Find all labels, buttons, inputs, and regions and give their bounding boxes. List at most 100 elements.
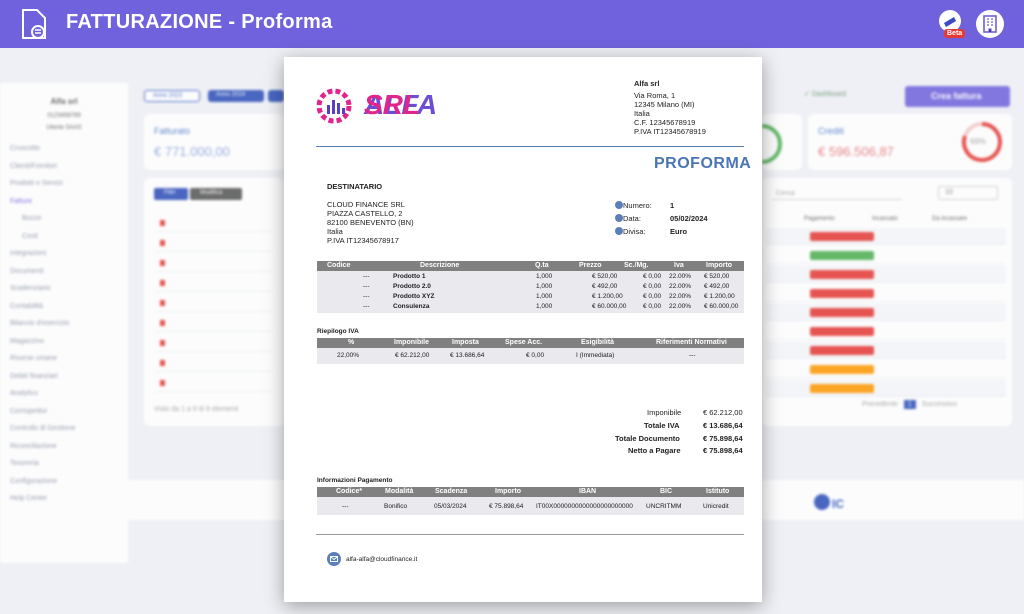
sidebar-item[interactable]: Clienti/Fornitori bbox=[10, 163, 57, 170]
delete-icon[interactable] bbox=[160, 280, 165, 286]
numero-label: Numero: bbox=[623, 201, 652, 210]
sidebar-item[interactable]: Risorse umane bbox=[10, 355, 57, 362]
item-cell-qta: 1,000 bbox=[536, 293, 553, 300]
number-icon bbox=[615, 201, 623, 209]
sidebar-item[interactable]: Tesoreria bbox=[10, 460, 39, 467]
next-page-button[interactable]: Successivo bbox=[922, 401, 957, 408]
table-row[interactable] bbox=[766, 285, 1006, 302]
company-email: alfa-alfa@cloudfinance.it bbox=[346, 556, 418, 563]
table-row[interactable] bbox=[766, 342, 1006, 359]
sidebar-item[interactable]: Controllo di Gestione bbox=[10, 425, 75, 432]
page-size-select[interactable]: 10 bbox=[938, 186, 998, 200]
status-badge bbox=[810, 346, 874, 355]
item-cell-prezzo: € 60.000,00 bbox=[592, 303, 627, 310]
list-footer: Visto da 1 a 9 di 9 elementi bbox=[154, 406, 239, 413]
table-row[interactable] bbox=[154, 236, 274, 252]
sidebar-item[interactable]: Debiti finanziari bbox=[10, 373, 58, 380]
table-row[interactable] bbox=[154, 356, 274, 372]
tab-year-2024[interactable]: Anno 2024 bbox=[208, 90, 264, 102]
sidebar-item[interactable]: Corrispettivi bbox=[10, 408, 47, 415]
delete-icon[interactable] bbox=[160, 360, 165, 366]
sidebar-item[interactable]: Riconciliazione bbox=[10, 443, 57, 450]
company-switch-button[interactable] bbox=[976, 10, 1004, 38]
sidebar-item[interactable]: Bilancio d'esercizio bbox=[10, 320, 69, 327]
calendar-icon bbox=[615, 214, 623, 222]
data-value: 05/02/2024 bbox=[670, 214, 708, 223]
dashboard-link[interactable]: ✓ Dashboard bbox=[804, 90, 846, 98]
table-row[interactable] bbox=[766, 247, 1006, 264]
sidebar-item[interactable]: Documenti bbox=[10, 268, 43, 275]
item-cell-iva: 22.00% bbox=[669, 293, 692, 300]
tab-year-more[interactable] bbox=[268, 90, 284, 102]
delete-icon[interactable] bbox=[160, 220, 165, 226]
beta-feature-button[interactable]: Beta bbox=[936, 9, 966, 41]
sidebar-item[interactable]: Costi bbox=[22, 233, 38, 240]
item-cell-descrizione: Prodotto 1 bbox=[393, 273, 426, 280]
total-documento-value: € 75.898,64 bbox=[703, 434, 743, 443]
delete-icon[interactable] bbox=[160, 260, 165, 266]
delete-icon[interactable] bbox=[160, 320, 165, 326]
sidebar-item[interactable]: Cruscotto bbox=[10, 145, 40, 152]
sidebar-user: Utente SAAS bbox=[46, 125, 82, 131]
table-row[interactable] bbox=[154, 296, 274, 312]
sidebar-item[interactable]: Contabilità bbox=[10, 303, 43, 310]
item-cell-sc: € 0,00 bbox=[643, 293, 662, 300]
item-cell-prezzo: € 492,00 bbox=[592, 283, 618, 290]
page-title: FATTURAZIONE - Proforma bbox=[66, 11, 333, 33]
table-row[interactable] bbox=[154, 316, 274, 332]
header-divider bbox=[316, 146, 744, 147]
sidebar-item[interactable]: Integrazioni bbox=[10, 250, 46, 257]
table-row[interactable] bbox=[766, 304, 1006, 321]
modify-button[interactable]: Modifica bbox=[190, 188, 242, 200]
recipient-country: Italia bbox=[327, 227, 343, 236]
search-underline bbox=[772, 188, 902, 200]
page-1-button[interactable]: 1 bbox=[903, 400, 916, 409]
payment-table-row: --- Bonifico 05/03/2024 € 75.898,64 IT00… bbox=[317, 497, 744, 515]
table-row[interactable] bbox=[154, 216, 274, 232]
table-row[interactable] bbox=[154, 336, 274, 352]
table-row[interactable] bbox=[154, 376, 274, 392]
item-row: --- Prodotto XYZ 1,000 € 1.200,00 € 0,00 22.0… bbox=[317, 292, 744, 302]
item-cell-qta: 1,000 bbox=[536, 273, 553, 280]
item-cell-qta: 1,000 bbox=[536, 303, 553, 310]
sidebar-item[interactable]: Analytics bbox=[10, 390, 38, 397]
divisa-value: Euro bbox=[670, 227, 688, 236]
sidebar-item[interactable]: Scadenziario bbox=[10, 285, 50, 292]
table-row[interactable] bbox=[766, 266, 1006, 283]
sidebar-item[interactable]: Fatture bbox=[10, 198, 32, 205]
table-row[interactable] bbox=[766, 380, 1006, 397]
sidebar-item[interactable]: Configurazione bbox=[10, 478, 57, 485]
table-row[interactable] bbox=[766, 361, 1006, 378]
data-label: Data: bbox=[623, 214, 641, 223]
status-badge bbox=[810, 308, 874, 317]
netto-value: € 75.898,64 bbox=[703, 446, 743, 455]
item-cell-prezzo: € 520,00 bbox=[592, 273, 618, 280]
delete-icon[interactable] bbox=[160, 380, 165, 386]
item-cell-iva: 22.00% bbox=[669, 273, 692, 280]
invoice-list-right: Cerca 10 Pagamento Incassato Da incassar… bbox=[762, 178, 1012, 426]
table-row[interactable] bbox=[766, 323, 1006, 340]
filter-button[interactable]: Filtri bbox=[154, 188, 188, 200]
item-cell-descrizione: Prodotto 2.0 bbox=[393, 283, 431, 290]
item-cell-iva: 22.00% bbox=[669, 303, 692, 310]
sidebar-item[interactable]: Magazzino bbox=[10, 338, 44, 345]
table-row[interactable] bbox=[154, 256, 274, 272]
item-cell-qta: 1,000 bbox=[536, 283, 553, 290]
create-invoice-button[interactable]: Crea fattura bbox=[905, 86, 1010, 107]
sidebar-item[interactable]: Bozze bbox=[22, 215, 41, 222]
sidebar-item[interactable]: Prodotti e Servizi bbox=[10, 180, 63, 187]
table-row[interactable] bbox=[766, 228, 1006, 245]
total-iva-label: Totale IVA bbox=[644, 421, 680, 430]
numero-value: 1 bbox=[670, 201, 675, 210]
delete-icon[interactable] bbox=[160, 340, 165, 346]
ic-logo-icon: IC bbox=[814, 494, 844, 511]
sidebar-item[interactable]: Help Center bbox=[10, 495, 47, 502]
item-cell-codice: --- bbox=[363, 293, 370, 300]
status-badge bbox=[810, 327, 874, 336]
delete-icon[interactable] bbox=[160, 300, 165, 306]
delete-icon[interactable] bbox=[160, 240, 165, 246]
tab-year-2023[interactable]: Anno 2023 bbox=[144, 90, 200, 102]
prev-page-button[interactable]: Precedente bbox=[862, 401, 898, 408]
item-cell-sc: € 0,00 bbox=[643, 273, 662, 280]
table-row[interactable] bbox=[154, 276, 274, 292]
